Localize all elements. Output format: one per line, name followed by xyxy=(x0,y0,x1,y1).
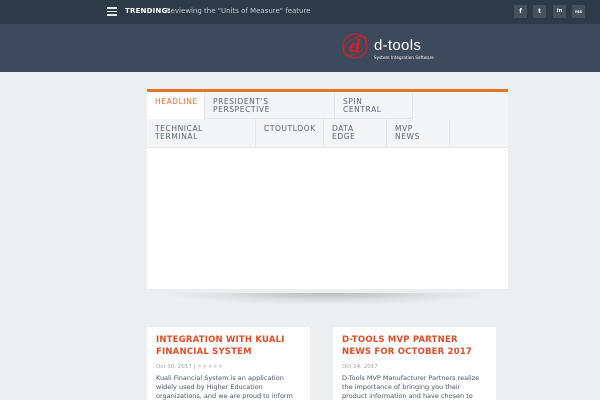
twitter-icon[interactable]: t xyxy=(533,5,546,18)
top-bar: TRENDING: Reviewing the "Units of Measur… xyxy=(0,0,600,24)
tab-ctoutlook[interactable]: CTOUTLOOK xyxy=(256,119,324,148)
tab-spin-central[interactable]: SPIN CENTRAL xyxy=(335,92,413,119)
panel-shadow xyxy=(160,293,495,305)
site-header xyxy=(0,24,600,72)
linkedin-icon[interactable]: in xyxy=(553,5,566,18)
tab-headline[interactable]: HEADLINE xyxy=(147,92,205,119)
post-meta: Oct 24, 2017 xyxy=(342,364,487,370)
trending-link[interactable]: Reviewing the "Units of Measure" feature xyxy=(166,7,311,15)
rss-icon[interactable]: rss xyxy=(572,5,585,18)
tab-mvp-news[interactable]: MVP NEWS xyxy=(387,119,450,148)
logo-tagline: System Integration Software xyxy=(374,55,434,60)
tab-presidents-perspective[interactable]: PRESIDENT'S PERSPECTIVE xyxy=(205,92,335,119)
logo-wordmark[interactable]: d-tools xyxy=(374,37,421,54)
post-date: Oct 24, 2017 xyxy=(342,364,378,370)
post-meta: Oct 30, 2017 | ★★★★★ xyxy=(156,364,301,370)
tab-data-edge[interactable]: DATA EDGE xyxy=(324,119,387,148)
rating-stars-icon: ★★★★★ xyxy=(197,364,224,370)
d-tools-logo-icon[interactable]: d xyxy=(339,30,371,62)
facebook-icon[interactable]: f xyxy=(514,5,527,18)
post-date: Oct 30, 2017 xyxy=(156,364,192,370)
tab-technical-terminal[interactable]: TECHNICAL TERMINAL xyxy=(147,119,256,148)
trending-label: TRENDING: xyxy=(125,7,171,15)
post-excerpt: D-Tools MVP Manufacturer Partners realiz… xyxy=(342,374,480,400)
post-title[interactable]: D-TOOLS MVP PARTNER NEWS FOR OCTOBER 201… xyxy=(342,335,487,358)
svg-text:d: d xyxy=(349,37,361,57)
post-card: D-TOOLS MVP PARTNER NEWS FOR OCTOBER 201… xyxy=(333,327,496,400)
meta-separator: | xyxy=(193,364,196,370)
post-card: INTEGRATION WITH KUALI FINANCIAL SYSTEM … xyxy=(147,327,310,400)
post-excerpt: Kuali Financial System is an application… xyxy=(156,374,293,400)
post-title[interactable]: INTEGRATION WITH KUALI FINANCIAL SYSTEM xyxy=(156,335,301,358)
menu-icon[interactable] xyxy=(107,7,117,16)
featured-tabs-panel: HEADLINE PRESIDENT'S PERSPECTIVE SPIN CE… xyxy=(147,89,508,289)
